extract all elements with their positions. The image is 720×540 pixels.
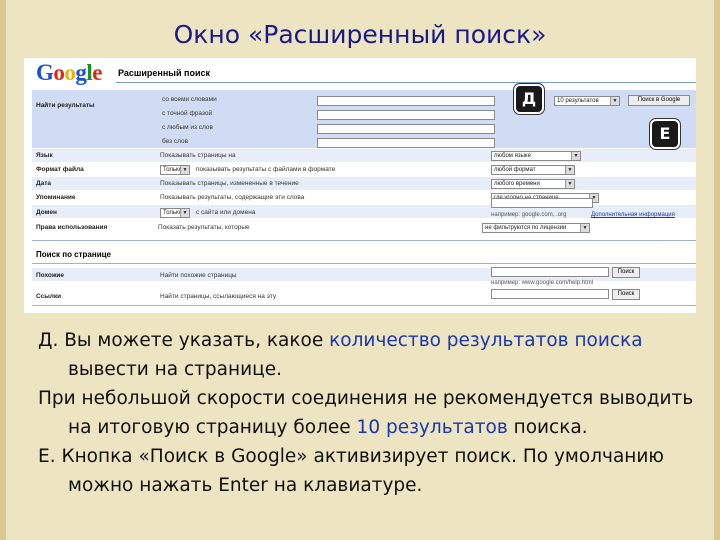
google-logo: Google (36, 60, 102, 85)
page-search-heading: Поиск по странице (36, 250, 111, 259)
query-any-words-input[interactable] (317, 124, 495, 134)
chevron-down-icon: ▼ (565, 166, 574, 174)
section-divider-2 (32, 263, 696, 264)
page-heading: Расширенный поиск (118, 68, 210, 78)
option-label-usage-rights: Права использования (36, 224, 108, 231)
option-label-language: Язык (36, 152, 53, 159)
option-label-domain: Домен (36, 209, 57, 216)
slide-border-left (0, 0, 6, 540)
domain-mode-select[interactable]: Только ▼ (160, 208, 190, 218)
similar-search-button[interactable]: Поиск (612, 267, 640, 278)
slide-border-right (714, 0, 720, 540)
results-count-select[interactable]: 10 результатов ▼ (554, 96, 620, 106)
option-label-occurrence: Упоминание (36, 194, 76, 201)
description-para-e: Е. Кнопка «Поиск в Google» активизирует … (38, 446, 664, 496)
find-results-label: Найти результаты (36, 102, 95, 109)
slide: Окно «Расширенный поиск» Google Расширен… (0, 0, 720, 540)
similar-url-input[interactable] (491, 267, 609, 277)
para-d-prefix: Д. Вы можете указать, какое (38, 330, 330, 351)
query-all-words-label: со всеми словами (162, 96, 217, 103)
option-label-date: Дата (36, 180, 52, 187)
more-info-link[interactable]: Дополнительная информация (591, 212, 675, 218)
language-select[interactable]: любом языке ▼ (491, 151, 581, 161)
para-speed-suffix: поиска. (507, 417, 588, 438)
section-divider (32, 240, 696, 241)
query-without-words-label: без слов (162, 138, 189, 145)
option-text-file-format: показывать результаты с файлами в формат… (196, 166, 336, 173)
links-text: Найти страницы, ссылающиеся на эту (160, 293, 277, 300)
similar-label: Похожие (36, 272, 65, 279)
similar-example: например: www.google.com/help.html (491, 280, 594, 286)
para-d-highlight: количество результатов поиска (329, 330, 643, 351)
para-speed-highlight: 10 результатов (356, 417, 508, 438)
query-any-words-label: с любым из слов (162, 124, 213, 131)
chevron-down-icon: ▼ (580, 224, 589, 232)
language-value: любом языке (494, 153, 531, 159)
option-row-date (32, 177, 696, 190)
chevron-down-icon: ▼ (571, 152, 580, 160)
marker-e: Е (650, 119, 680, 149)
date-select[interactable]: любого времени ▼ (491, 179, 575, 189)
domain-input[interactable] (491, 198, 593, 208)
option-text-domain: с сайта или домена (196, 209, 256, 216)
query-all-words-input[interactable] (317, 96, 495, 106)
similar-text: Найти похожие страницы (160, 272, 237, 279)
marker-d: Д (514, 84, 544, 114)
heading-rule (116, 82, 696, 83)
description-text: Д. Вы можете указать, какое количество р… (38, 326, 698, 500)
chevron-down-icon: ▼ (180, 209, 189, 217)
file-format-mode-select[interactable]: Только ▼ (160, 165, 190, 175)
results-count-value: 10 результатов (557, 98, 599, 104)
option-row-language (32, 149, 696, 162)
chevron-down-icon: ▼ (610, 97, 619, 105)
query-without-words-input[interactable] (317, 138, 495, 148)
option-text-occurrence: Показывать результаты, содержащие эти сл… (160, 194, 305, 201)
links-url-input[interactable] (491, 289, 609, 299)
bottom-divider (32, 305, 696, 306)
option-text-usage-rights: Показать результаты, которые (158, 224, 250, 231)
query-exact-phrase-input[interactable] (317, 110, 495, 120)
option-text-language: Показывать страницы на (160, 152, 236, 159)
usage-rights-select[interactable]: не фильтруются по лицензии ▼ (482, 223, 590, 233)
option-text-date: Показывать страницы, измененные в течени… (160, 180, 299, 187)
search-google-button[interactable]: Поиск в Google (628, 95, 690, 106)
advanced-search-screenshot: Google Расширенный поиск Найти результат… (24, 58, 696, 313)
chevron-down-icon: ▼ (565, 180, 574, 188)
description-para-speed: При небольшой скорости соединения не рек… (38, 384, 698, 442)
date-value: любого времени (494, 181, 540, 187)
links-search-button[interactable]: Поиск (612, 289, 640, 300)
usage-rights-value: не фильтруются по лицензии (485, 225, 567, 231)
chevron-down-icon: ▼ (180, 166, 189, 174)
description-para-d: Д. Вы можете указать, какое количество р… (38, 326, 698, 384)
file-format-value: любой формат (494, 167, 536, 173)
file-format-select[interactable]: любой формат ▼ (491, 165, 575, 175)
domain-hint: например: google.com, .org (491, 212, 567, 218)
para-d-suffix: вывести на странице. (68, 359, 282, 380)
query-exact-phrase-label: с точной фразой (162, 110, 213, 117)
links-label: Ссылки (36, 293, 62, 300)
option-label-file-format: Формат файла (36, 166, 84, 173)
slide-title: Окно «Расширенный поиск» (173, 20, 547, 49)
